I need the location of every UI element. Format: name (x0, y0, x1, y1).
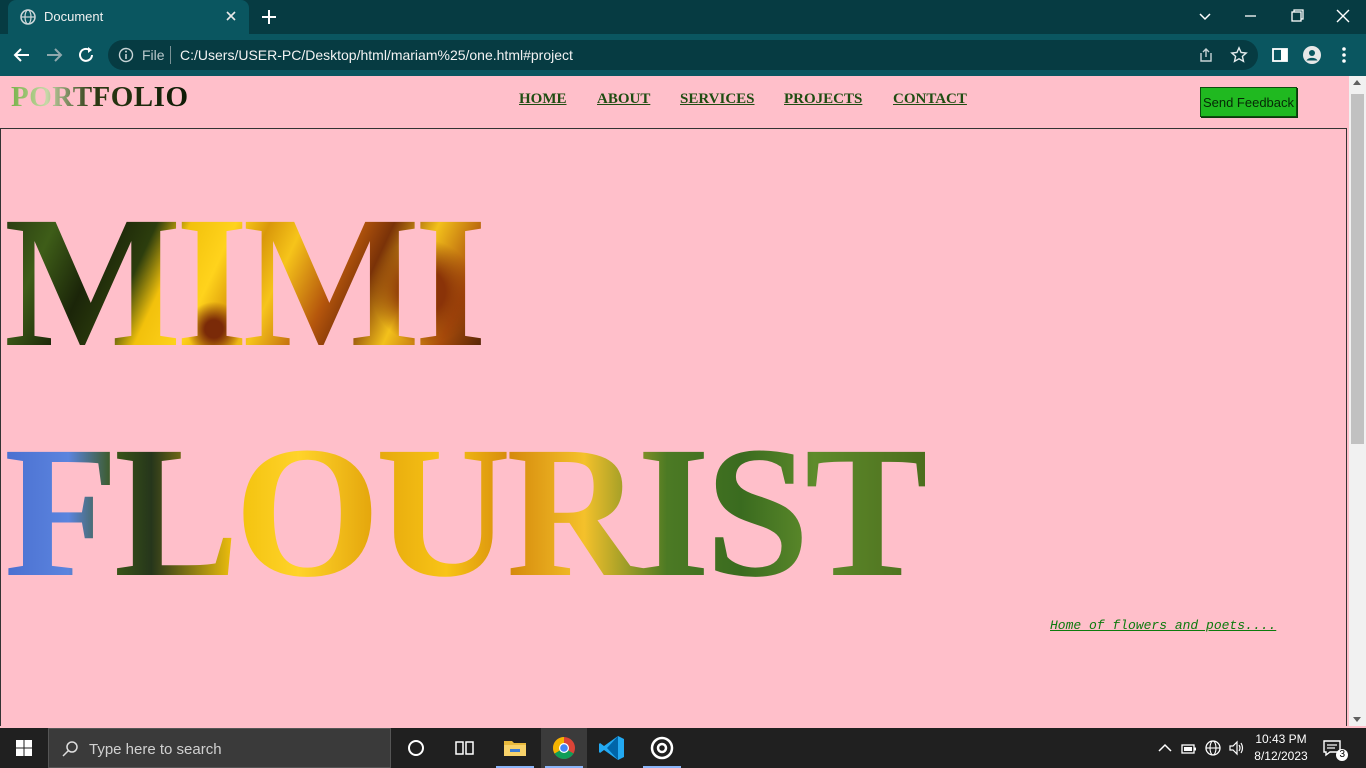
task-view-icon[interactable] (441, 728, 487, 768)
close-tab-icon[interactable] (223, 8, 239, 24)
scheme-label: File (142, 47, 165, 63)
taskbar-app-vscode[interactable] (590, 728, 636, 768)
scroll-up-arrow-icon[interactable] (1353, 80, 1361, 85)
info-icon[interactable] (118, 47, 134, 63)
profile-avatar-icon[interactable] (1302, 45, 1322, 65)
scroll-down-arrow-icon[interactable] (1353, 717, 1361, 722)
kebab-menu-icon[interactable] (1334, 45, 1354, 65)
forward-arrow-icon[interactable] (44, 45, 64, 65)
new-tab-icon[interactable] (260, 8, 278, 26)
tab-search-icon[interactable] (1194, 6, 1216, 26)
taskbar-app-explorer[interactable] (492, 728, 538, 768)
divider (170, 46, 171, 64)
system-clock[interactable]: 10:43 PM 8/12/2023 (1252, 731, 1310, 765)
taskbar-search-box[interactable]: Type here to search (48, 728, 391, 768)
volume-icon[interactable] (1228, 739, 1246, 757)
nav-link-about[interactable]: ABOUT (597, 91, 650, 108)
web-page: PORTFOLIO HOME ABOUT SERVICES PROJECTS C… (0, 76, 1349, 726)
share-icon[interactable] (1198, 47, 1214, 63)
cortana-icon[interactable] (393, 728, 439, 768)
url-text[interactable]: C:/Users/USER-PC/Desktop/html/mariam%25/… (180, 47, 573, 63)
hero-title-line2: FLOURIST (4, 407, 930, 616)
notification-center-button[interactable]: 3 (1322, 738, 1348, 761)
nav-link-contact[interactable]: CONTACT (893, 91, 967, 108)
tagline-link[interactable]: Home of flowers and poets.... (1050, 618, 1276, 633)
notification-count-badge: 3 (1336, 749, 1348, 761)
network-globe-icon[interactable] (1204, 739, 1222, 757)
tab-title: Document (44, 9, 104, 24)
browser-toolbar: File C:/Users/USER-PC/Desktop/html/maria… (0, 34, 1366, 76)
nav-link-projects[interactable]: PROJECTS (784, 91, 862, 108)
windows-taskbar: Type here to search 10:43 PM 8/12/2023 3 (0, 728, 1366, 768)
browser-tab[interactable]: Document (8, 0, 249, 34)
vscode-icon (599, 736, 624, 760)
hero-title-line1: MIMI (4, 177, 482, 386)
browser-tab-strip: Document (0, 0, 1366, 34)
close-window-icon[interactable] (1332, 6, 1354, 26)
battery-icon[interactable] (1180, 739, 1198, 757)
nav-link-services[interactable]: SERVICES (680, 91, 755, 108)
side-panel-icon[interactable] (1270, 45, 1290, 65)
windows-start-icon[interactable] (0, 728, 48, 768)
clock-date: 8/12/2023 (1254, 749, 1308, 763)
nav-link-home[interactable]: HOME (519, 91, 567, 108)
search-icon (62, 741, 78, 757)
camera-app-icon (650, 736, 674, 760)
bookmark-star-icon[interactable] (1230, 46, 1248, 64)
back-arrow-icon[interactable] (12, 45, 32, 65)
chevron-up-icon[interactable] (1156, 739, 1174, 757)
search-placeholder: Type here to search (89, 741, 222, 758)
send-feedback-button[interactable]: Send Feedback (1200, 87, 1297, 117)
reload-icon[interactable] (76, 45, 96, 65)
clock-time: 10:43 PM (1255, 732, 1307, 746)
restore-icon[interactable] (1286, 6, 1308, 26)
file-explorer-icon (504, 741, 526, 756)
scrollbar-thumb[interactable] (1351, 94, 1364, 444)
taskbar-app-other[interactable] (639, 728, 685, 768)
address-bar[interactable]: File C:/Users/USER-PC/Desktop/html/maria… (108, 40, 1258, 70)
minimize-icon[interactable] (1240, 6, 1262, 26)
chrome-icon (553, 737, 575, 759)
brand-logo[interactable]: PORTFOLIO (11, 81, 189, 114)
vertical-scrollbar[interactable] (1349, 76, 1366, 726)
globe-icon (20, 9, 36, 25)
taskbar-app-chrome[interactable] (541, 728, 587, 768)
